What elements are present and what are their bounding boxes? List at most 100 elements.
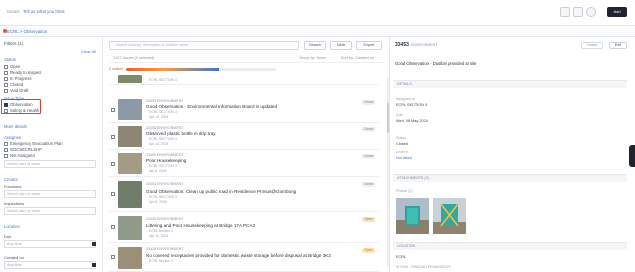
edit-button[interactable]: Edit	[609, 42, 627, 49]
attachment-photo[interactable]	[396, 198, 429, 234]
checkbox[interactable]	[4, 108, 8, 113]
checkbox-checked[interactable]	[4, 102, 8, 107]
type-option-observation[interactable]: Observation	[4, 102, 33, 107]
option-label: Void Draft	[10, 88, 29, 93]
attachment-photo[interactable]	[433, 198, 466, 234]
side-panel-toggle[interactable]	[629, 145, 635, 167]
table-view-button[interactable]: Table	[330, 41, 352, 50]
issue-category: 33455 ENVIRONMENT	[146, 153, 184, 157]
status-badge: Closed	[362, 154, 375, 159]
status-badge: Closed	[362, 127, 375, 132]
issue-date: Apr 8, 2024	[149, 200, 167, 204]
assignee-option-1[interactable]: Emergency Evacuation Plan	[4, 141, 63, 146]
details-section-header[interactable]: DETAILS	[393, 80, 627, 88]
functions-select[interactable]: Select user or team	[4, 190, 96, 198]
issue-checkbox[interactable]	[111, 162, 115, 166]
photo-image	[433, 198, 466, 234]
issue-thumbnail	[118, 126, 142, 147]
calendar-icon[interactable]	[92, 263, 96, 267]
feedback-link[interactable]: Tell us what you think	[23, 9, 65, 14]
status-filter-label[interactable]: Status	[4, 57, 16, 62]
type-option-safety[interactable]: Safety & Health	[4, 108, 39, 113]
grid-view-icon[interactable]	[560, 7, 570, 17]
top-header: Issues Tell us what you think Add	[0, 0, 635, 26]
issue-category: 33455 ENVIRONMENT	[146, 126, 184, 130]
clear-all-link[interactable]: Clear All	[81, 49, 96, 54]
checkbox[interactable]	[4, 64, 8, 69]
issue-checkbox[interactable]	[111, 135, 115, 139]
issue-title: No covered receptacles provided for dome…	[146, 253, 331, 258]
status-option-ready[interactable]: Ready to Inspect	[4, 70, 41, 75]
option-label: Emergency Evacuation Plan	[10, 141, 63, 146]
issue-location: ECRL SECTION 3	[149, 110, 177, 114]
project-selector[interactable]: ECRL > Observation	[7, 29, 47, 34]
status-option-open[interactable]: Open	[4, 64, 20, 69]
issue-card[interactable]: 33435 ENVIRONMENT Littering and Poor Hou…	[109, 213, 379, 243]
option-label: In Progress	[10, 76, 32, 81]
breadcrumb-issues[interactable]: Issues	[7, 9, 20, 14]
assignee-option-2[interactable]: GDCSECRLSHP	[4, 147, 42, 152]
location-section-header[interactable]: LOCATION	[393, 242, 627, 250]
checkbox[interactable]	[4, 82, 8, 87]
issue-checkbox[interactable]	[111, 108, 115, 112]
issue-card[interactable]: 33455 ENVIRONMENT Observed plastic bottl…	[109, 124, 379, 150]
inspections-select[interactable]: Select user or team	[4, 207, 96, 215]
calendar-icon[interactable]	[92, 242, 96, 246]
issue-category: ENVIRONMENT	[410, 43, 438, 47]
more-details-link[interactable]: More details	[4, 124, 27, 129]
assignee-option-3[interactable]: Not Assigned	[4, 153, 35, 158]
sort-by-dropdown[interactable]: Sort by: Created on	[341, 56, 374, 60]
issue-card[interactable]: 33455 ENVIRONMENT Good Observation - Env…	[109, 97, 379, 123]
search-input[interactable]: Search Issue(s), description or location…	[109, 41, 299, 50]
created-select[interactable]: Any time	[4, 261, 96, 269]
issue-thumbnail	[118, 99, 142, 120]
checkbox[interactable]	[4, 76, 8, 81]
list-toolbar: 7497 Issues (0 selected) Group by: None …	[109, 55, 385, 63]
status-dropdown[interactable]: Closed	[581, 42, 603, 49]
issue-card[interactable]: 33418 ENVIRONMENT No covered receptacles…	[109, 244, 379, 272]
checkbox[interactable]	[4, 147, 8, 152]
checkbox[interactable]	[4, 88, 8, 93]
checkbox[interactable]	[4, 141, 8, 146]
filters-panel: Filters (1) Clear All Status Open Ready …	[0, 37, 103, 272]
issue-id: 33453	[395, 42, 409, 48]
assignee-select[interactable]: Select user or team	[4, 160, 96, 168]
location-sub: SITE69 - SWADAH PEMANGKUS	[396, 265, 451, 269]
creator-filter-label[interactable]: Creator	[4, 177, 18, 182]
export-button[interactable]: Export	[356, 41, 382, 50]
status-option-in-progress[interactable]: In Progress	[4, 76, 31, 81]
issue-checkbox[interactable]	[111, 255, 115, 259]
issue-thumbnail	[118, 181, 142, 208]
status-option-void[interactable]: Void Draft	[4, 88, 28, 93]
status-option-closed[interactable]: Closed	[4, 82, 23, 87]
created-label: Created on	[4, 255, 24, 260]
due-select[interactable]: Any time	[4, 240, 96, 248]
status-value: Closed	[396, 142, 408, 146]
issue-location: ECRL SECTION 3	[149, 137, 177, 141]
option-label: Not Assigned	[10, 153, 35, 158]
list-scrollbar-thumb[interactable]	[387, 103, 389, 133]
assignee-filter-label[interactable]: Assignee	[4, 135, 21, 140]
issue-checkbox[interactable]	[111, 192, 115, 196]
issue-card[interactable]: 33455 ENVIRONMENT Poor Housekeeping ECRL…	[109, 151, 379, 177]
assigned-value: ECRL SECTION 3	[396, 103, 428, 107]
issue-card[interactable]: ECRL SECTION 3	[109, 74, 379, 85]
location-filter-label[interactable]: Location	[4, 224, 20, 229]
add-button[interactable]: Add	[607, 7, 627, 17]
issue-card[interactable]: 33454 ENVIRONMENT Good Observation: Clea…	[109, 178, 379, 212]
issue-location: ECRL SECTION 3	[149, 78, 177, 82]
attachments-section-header[interactable]: ATTACHMENTS (2)	[393, 174, 627, 182]
search-button[interactable]: Search	[304, 41, 326, 50]
checkbox[interactable]	[4, 70, 8, 75]
issue-thumbnail	[118, 153, 142, 174]
list-view-icon[interactable]	[573, 7, 583, 17]
checkbox[interactable]	[4, 153, 8, 158]
issue-checkbox[interactable]	[111, 225, 115, 229]
due-value: Wed, 08 May 2024	[396, 119, 428, 123]
level-value[interactable]: Not listed	[396, 156, 412, 160]
status-badge: Closed	[362, 182, 375, 187]
option-label: Open	[10, 64, 21, 69]
group-by-dropdown[interactable]: Group by: None	[299, 56, 326, 60]
level-label: Level in	[396, 150, 409, 154]
settings-icon[interactable]	[586, 7, 596, 17]
